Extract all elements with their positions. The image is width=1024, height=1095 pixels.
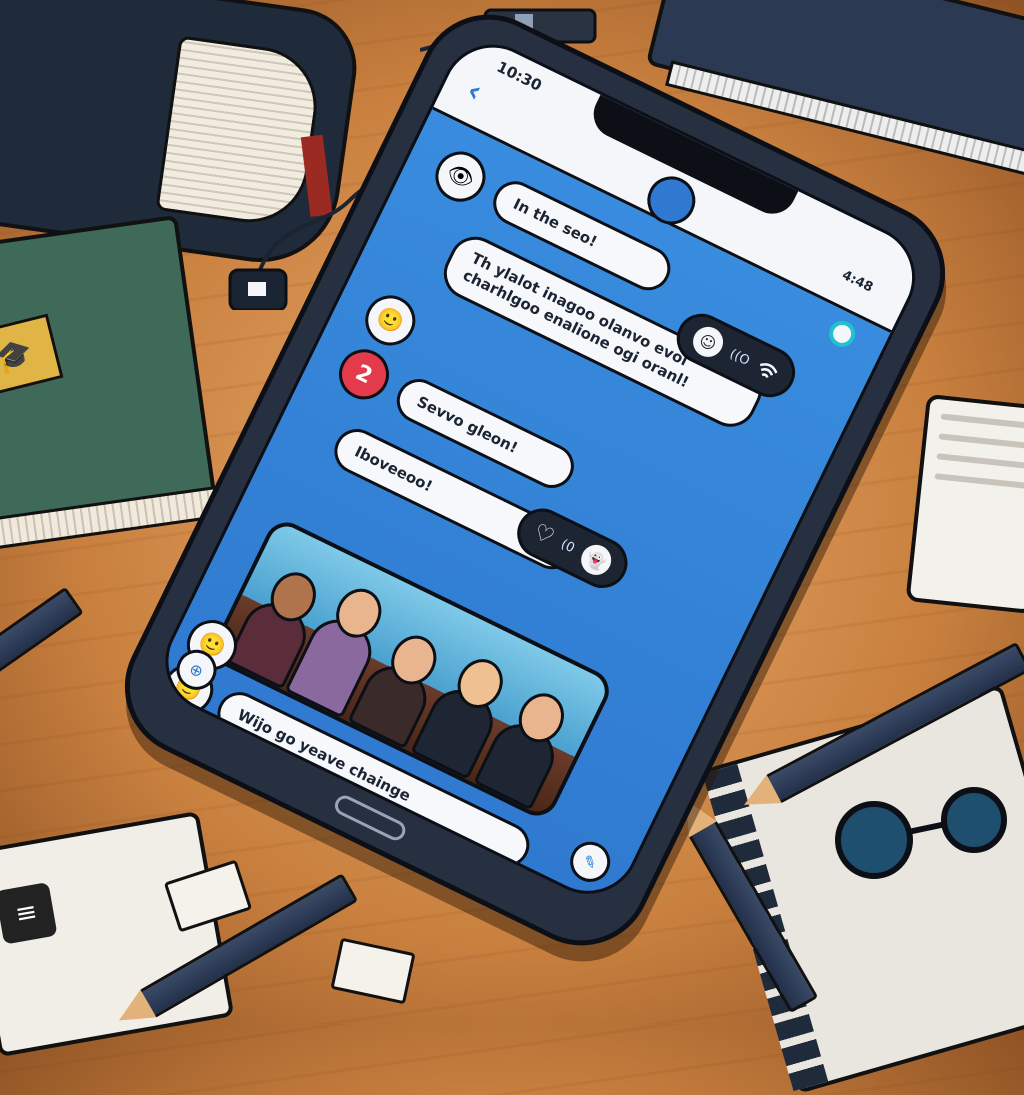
ghost-icon: 👻: [576, 539, 617, 580]
status-time: 10:30: [493, 57, 545, 95]
message-text: Iboveeoo!: [351, 442, 436, 496]
paper-card: [905, 393, 1024, 615]
wifi-icon: [760, 363, 778, 379]
eyeglasses: [835, 787, 1007, 879]
unread-count-badge[interactable]: 2: [330, 340, 398, 408]
back-button[interactable]: ‹: [461, 73, 487, 110]
message-text: In the seo!: [510, 194, 601, 251]
bot-face-icon: ☺: [688, 321, 729, 362]
woman-avatar-icon[interactable]: 🙂: [356, 286, 424, 354]
pill-label: ((O: [727, 346, 753, 369]
pill-label: (0: [558, 536, 578, 556]
paper-sheet: ≡: [0, 810, 235, 1058]
envelope: [330, 937, 416, 1005]
green-book: 🎓: [0, 214, 222, 551]
status-battery: 4:48: [839, 267, 876, 296]
eye-avatar-icon[interactable]: 👁: [427, 143, 494, 211]
heart-icon: ♡: [529, 518, 559, 550]
pencil: [0, 586, 84, 686]
graduation-cap-icon: 🎓: [0, 313, 64, 399]
menu-icon: ≡: [0, 882, 58, 945]
